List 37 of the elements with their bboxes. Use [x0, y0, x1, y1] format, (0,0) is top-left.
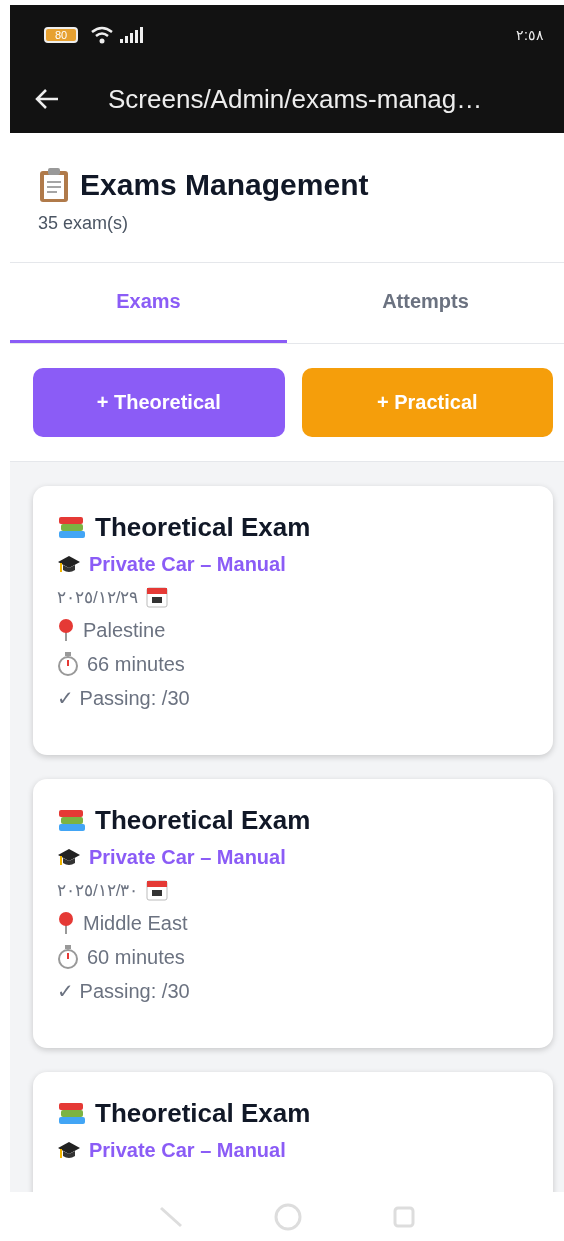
stopwatch-icon	[57, 652, 79, 676]
books-icon	[57, 807, 87, 834]
home-nav-icon[interactable]	[273, 1201, 303, 1232]
battery-indicator: 80	[44, 27, 78, 43]
screen-title: Screens/Admin/exams-manag…	[108, 83, 483, 115]
exam-title: Theoretical Exam	[95, 512, 311, 543]
back-nav-icon[interactable]	[159, 1205, 183, 1228]
exam-date: ٢٠٢٥/١٢/٣٠	[57, 879, 139, 901]
clipboard-icon	[38, 167, 70, 203]
stopwatch-icon	[57, 945, 79, 969]
passing-score: ✓ Passing: /30	[57, 686, 190, 710]
wifi-icon	[90, 26, 114, 44]
exam-duration: 66 minutes	[87, 652, 185, 676]
pin-icon	[57, 911, 75, 935]
exam-title: Theoretical Exam	[95, 805, 311, 836]
exam-title: Theoretical Exam	[95, 1098, 311, 1129]
calendar-icon	[146, 879, 169, 901]
exam-category: Private Car – Manual	[89, 1139, 286, 1162]
pin-icon	[57, 618, 75, 642]
exam-count: 35 exam(s)	[38, 213, 130, 234]
exam-duration: 60 minutes	[87, 945, 185, 969]
back-arrow-icon[interactable]	[34, 88, 60, 110]
clock-time: ٢:٥٨	[516, 27, 544, 43]
calendar-icon	[146, 586, 169, 608]
exam-category: Private Car – Manual	[89, 553, 286, 576]
exam-date: ٢٠٢٥/١٢/٢٩	[57, 586, 139, 608]
exam-location: Palestine	[83, 618, 166, 642]
exam-location: Middle East	[83, 911, 188, 935]
passing-score: ✓ Passing: /30	[57, 979, 190, 1003]
exam-category: Private Car – Manual	[89, 846, 286, 869]
exam-card[interactable]: Theoretical Exam Private Car – Manual	[33, 1072, 553, 1192]
books-icon	[57, 514, 87, 541]
page-title: Exams Management	[80, 168, 369, 202]
signal-icon	[120, 27, 144, 43]
add-exam-button[interactable]: + Theoretical	[33, 368, 285, 437]
books-icon	[57, 1100, 87, 1127]
recents-nav-icon[interactable]	[393, 1205, 415, 1228]
